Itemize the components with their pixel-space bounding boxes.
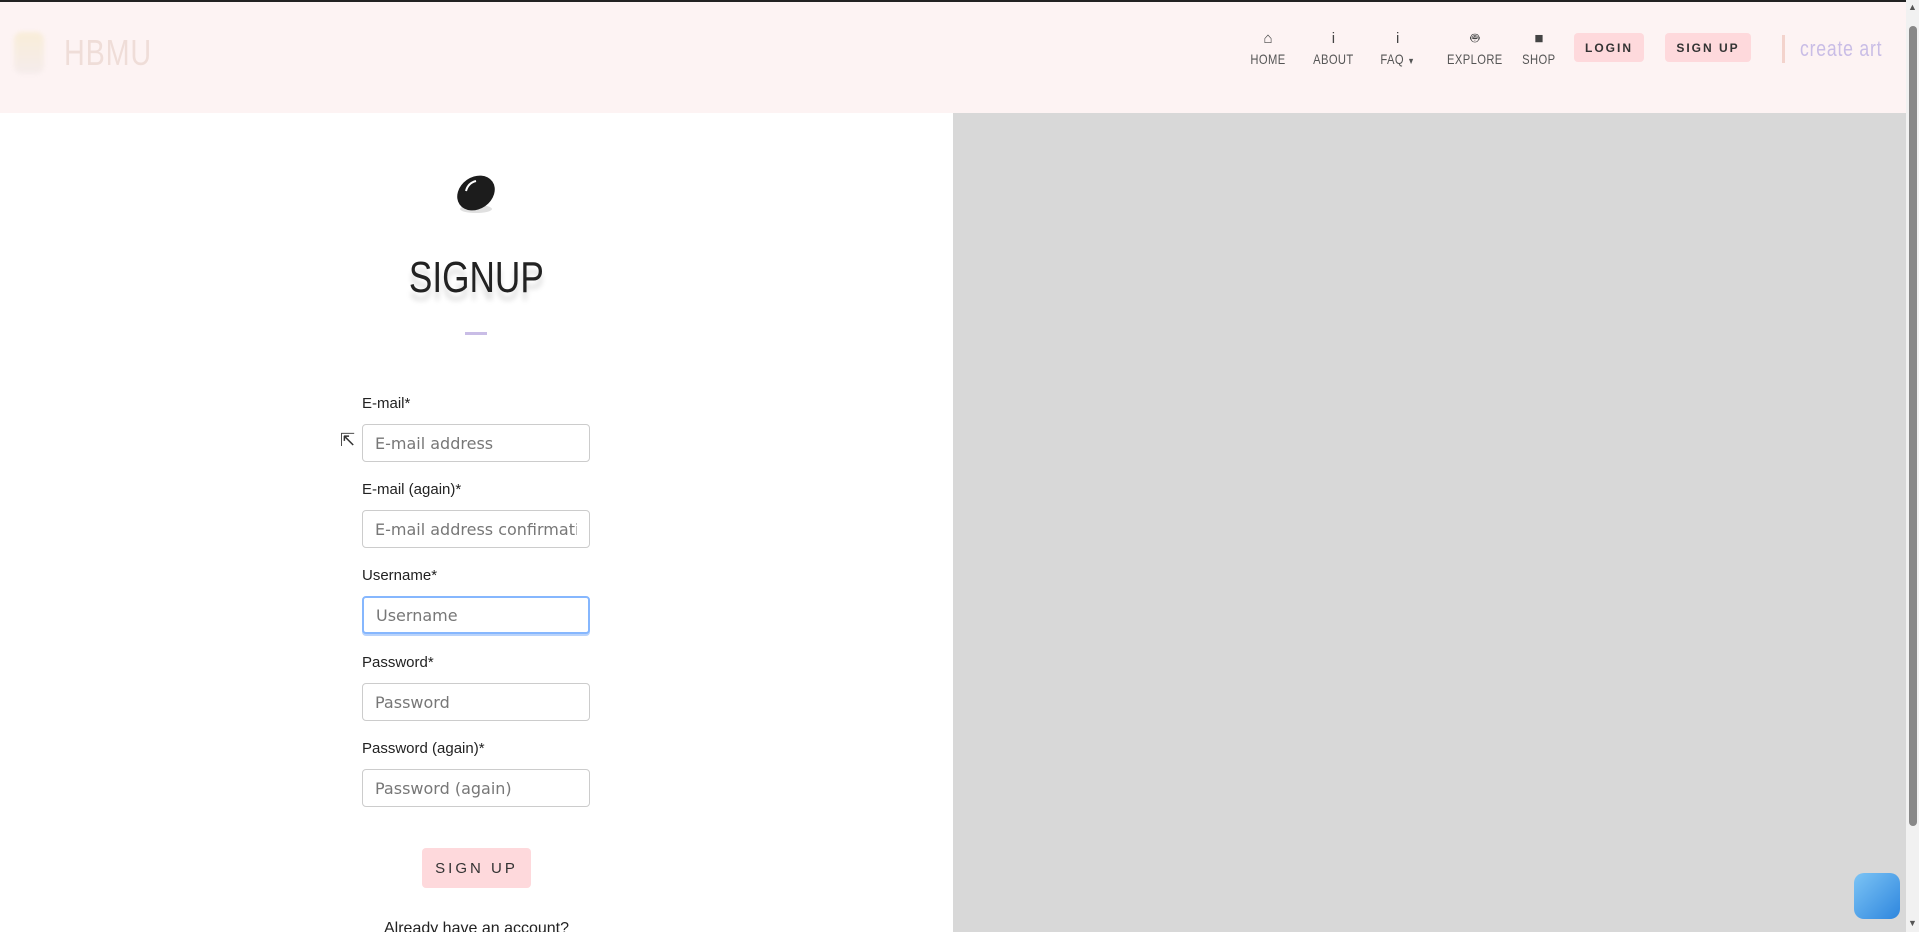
nav-label: SHOP — [1522, 51, 1556, 67]
signup-submit-button[interactable]: SIGN UP — [422, 848, 531, 888]
title-divider — [465, 332, 487, 335]
email-input[interactable] — [362, 424, 590, 462]
nav-label: HOME — [1250, 51, 1286, 67]
login-button[interactable]: LOGIN — [1574, 33, 1644, 62]
shopping-bag-icon: ■ — [1534, 30, 1544, 47]
email-again-input[interactable] — [362, 510, 590, 548]
title-text: SIGNUP — [409, 253, 544, 302]
email-again-label: E-mail (again)* — [362, 481, 462, 498]
logo-text: HBMU — [64, 32, 152, 73]
nav-about[interactable]: i ABOUT — [1308, 30, 1359, 67]
password-again-input[interactable] — [362, 769, 590, 807]
faq-label: FAQ — [1380, 51, 1404, 67]
nav-label: ABOUT — [1313, 51, 1354, 67]
signup-nav-button[interactable]: SIGN UP — [1665, 33, 1751, 62]
email-label: E-mail* — [362, 395, 411, 412]
nav-home[interactable]: ⌂ HOME — [1246, 30, 1290, 67]
password-label: Password* — [362, 654, 434, 671]
scrollbar-thumb[interactable] — [1909, 26, 1917, 826]
scrollbar[interactable]: ▲ ▼ — [1906, 0, 1919, 932]
nav-label: FAQ ▼ — [1380, 51, 1415, 67]
page-title: SIGNUP — [0, 253, 953, 303]
scroll-down-icon[interactable]: ▼ — [1908, 918, 1917, 928]
already-account-text: Already have an account? — [383, 920, 569, 932]
home-icon: ⌂ — [1263, 30, 1273, 47]
username-label: Username* — [362, 567, 438, 584]
logo-icon — [14, 32, 44, 74]
nav-shop[interactable]: ■ SHOP — [1518, 30, 1560, 67]
divider — [1782, 35, 1785, 63]
username-input[interactable] — [362, 596, 590, 634]
password-again-label: Password (again)* — [362, 740, 485, 757]
logo[interactable]: HBMU — [14, 32, 174, 74]
lemon-icon — [457, 175, 495, 213]
caret-down-icon: ▼ — [1407, 56, 1415, 66]
info-icon: i — [1331, 30, 1336, 47]
create-art-link[interactable]: create art — [1800, 36, 1882, 62]
mouse-cursor-icon: ⇱ — [340, 430, 356, 450]
screenshot-tool-icon[interactable] — [1854, 873, 1900, 919]
nav-explore[interactable]: 🤖︎ EXPLORE — [1440, 30, 1510, 67]
header: HBMU ⌂ HOME i ABOUT i FAQ ▼ 🤖︎ EXPLORE ■… — [0, 0, 1906, 113]
robot-icon: 🤖︎ — [1470, 30, 1480, 47]
password-input[interactable] — [362, 683, 590, 721]
info-icon: i — [1395, 30, 1400, 47]
nav-faq[interactable]: i FAQ ▼ — [1376, 30, 1419, 67]
image-panel — [953, 113, 1906, 932]
nav-label: EXPLORE — [1446, 51, 1503, 67]
scroll-up-icon[interactable]: ▲ — [1908, 2, 1917, 12]
